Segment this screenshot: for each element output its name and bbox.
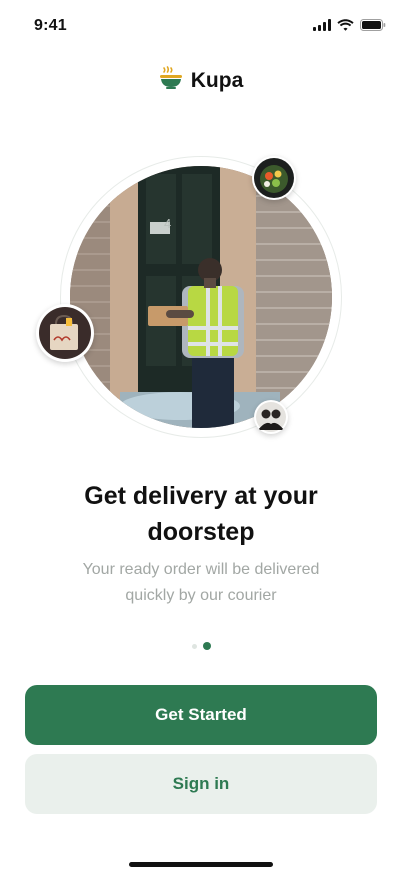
bowl-icon bbox=[159, 66, 183, 95]
takeaway-bag-avatar bbox=[36, 304, 94, 362]
onboarding-headline: Get delivery at your doorstep bbox=[84, 482, 318, 546]
get-started-button[interactable]: Get Started bbox=[25, 685, 377, 745]
page-indicator bbox=[0, 642, 402, 650]
battery-icon bbox=[360, 18, 386, 36]
status-icons bbox=[313, 18, 386, 36]
courier-delivery-photo: 4 bbox=[70, 166, 332, 428]
cellular-signal-icon bbox=[313, 18, 331, 36]
couple-avatar bbox=[254, 400, 288, 434]
brand-name: Kupa bbox=[190, 68, 244, 92]
status-time: 9:41 bbox=[34, 17, 67, 34]
page-dot-1[interactable] bbox=[191, 643, 197, 649]
onboarding-subtitle: Your ready order will be delivered quick… bbox=[82, 561, 320, 604]
hero-illustration: 4 bbox=[36, 156, 342, 438]
home-indicator[interactable] bbox=[129, 862, 273, 867]
food-bowl-avatar bbox=[252, 156, 296, 200]
brand-logo: Kupa bbox=[0, 66, 402, 95]
door-number: 4 bbox=[164, 216, 171, 231]
page-dot-2-active[interactable] bbox=[202, 642, 211, 650]
status-bar: 9:41 bbox=[0, 0, 402, 50]
sign-in-button[interactable]: Sign in bbox=[25, 754, 377, 814]
wifi-icon bbox=[337, 18, 354, 36]
